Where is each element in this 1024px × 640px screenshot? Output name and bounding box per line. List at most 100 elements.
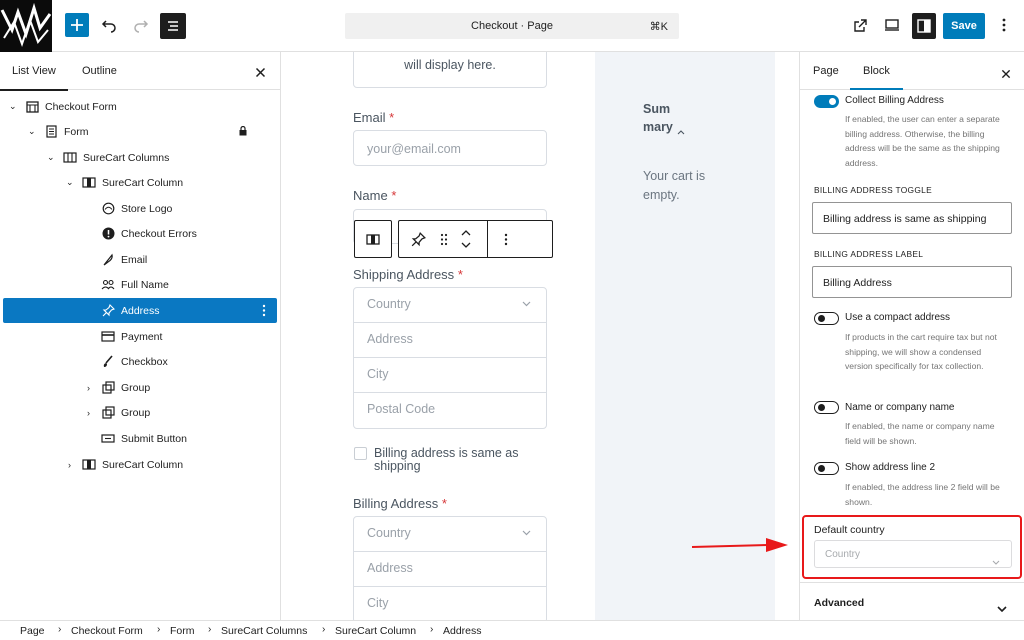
address-placeholder: Address <box>367 332 413 346</box>
tree-item-checkout-errors[interactable]: Checkout Errors <box>3 221 277 246</box>
billing-label-input[interactable]: Billing Address <box>812 266 1012 298</box>
default-country-select[interactable]: Country <box>814 540 1012 568</box>
tab-list-view[interactable]: List View <box>0 65 68 91</box>
site-logo[interactable] <box>0 0 52 52</box>
breadcrumb-item-current[interactable]: Address <box>443 625 482 637</box>
breadcrumb-item[interactable]: Form <box>170 625 195 637</box>
tree-item-store-logo[interactable]: Store Logo <box>3 196 277 221</box>
move-up-down-icon[interactable] <box>460 227 472 256</box>
command-shortcut: ⌘K <box>649 21 668 33</box>
address-line2-help: If enabled, the address line 2 field wil… <box>845 482 1000 507</box>
chevron-right-icon[interactable]: › <box>87 383 90 393</box>
tree-item-surecart-column-2[interactable]: › SureCart Column <box>3 452 277 477</box>
tree-item-label: Checkout Form <box>45 100 117 113</box>
tab-block[interactable]: Block <box>863 65 890 77</box>
command-title: Checkout · Page <box>471 20 553 32</box>
toggle-knob <box>818 465 825 472</box>
plus-icon <box>71 19 83 31</box>
email-label-text: Email <box>353 110 386 125</box>
tree-item-group[interactable]: › Group <box>3 400 277 425</box>
company-name-label: Name or company name <box>845 402 955 413</box>
item-options-button[interactable] <box>262 304 266 320</box>
summary-title: Summary <box>643 102 673 134</box>
tree-item-checkbox[interactable]: Checkbox <box>3 349 277 374</box>
city-placeholder: City <box>367 596 389 610</box>
drag-handle-icon[interactable] <box>440 233 448 251</box>
billing-same-checkbox[interactable] <box>354 447 367 460</box>
list-view-icon <box>168 21 178 31</box>
pin-icon[interactable] <box>411 232 426 252</box>
shipping-postal-code-input[interactable]: Postal Code <box>354 393 546 428</box>
block-inserter-button[interactable] <box>65 13 89 37</box>
chevron-up-icon[interactable] <box>677 122 685 140</box>
tree-item-payment[interactable]: Payment <box>3 324 277 349</box>
redo-button[interactable] <box>131 15 151 35</box>
settings-panel: Page Block Collect Billing Address If en… <box>799 52 1024 620</box>
tree-item-full-name[interactable]: Full Name <box>3 272 277 297</box>
shipping-address-input[interactable]: Address <box>354 323 546 358</box>
required-mark: * <box>391 188 397 203</box>
address-line2-toggle[interactable] <box>814 462 839 475</box>
shipping-city-input[interactable]: City <box>354 358 546 393</box>
settings-toggle-button[interactable] <box>912 13 936 39</box>
options-button[interactable] <box>996 15 1012 35</box>
advanced-section[interactable]: Advanced <box>800 582 1024 620</box>
preview-button[interactable] <box>882 15 902 35</box>
block-type-button[interactable] <box>354 220 392 258</box>
billing-country-select[interactable]: Country <box>354 517 546 552</box>
compact-address-help: If products in the cart require tax but … <box>845 332 997 371</box>
tree-item-address[interactable]: Address <box>3 298 277 323</box>
name-label: Name * <box>353 188 396 203</box>
tree-item-form[interactable]: ⌄ Form <box>3 119 277 144</box>
save-button[interactable]: Save <box>943 13 985 39</box>
email-field[interactable]: your@email.com <box>353 130 547 166</box>
billing-toggle-input[interactable]: Billing address is same as shipping <box>812 202 1012 234</box>
block-toolbar <box>398 220 553 258</box>
billing-toggle-caption: BILLING ADDRESS TOGGLE <box>814 185 932 195</box>
chevron-right-icon[interactable]: › <box>87 408 90 418</box>
tree-item-submit-button[interactable]: Submit Button <box>3 426 277 451</box>
command-palette[interactable]: Checkout · Page ⌘K <box>345 13 679 39</box>
breadcrumb-item[interactable]: SureCart Column <box>335 625 416 637</box>
tree-item-checkout-form[interactable]: ⌄ Checkout Form <box>3 94 277 119</box>
tree-item-label: SureCart Column <box>102 458 184 471</box>
billing-address-input[interactable]: Address <box>354 552 546 587</box>
group-icon <box>101 381 115 395</box>
chevron-right-icon[interactable]: › <box>68 460 71 470</box>
chevron-down-icon[interactable]: ⌄ <box>66 177 74 188</box>
chevron-down-icon[interactable]: ⌄ <box>28 126 36 137</box>
company-name-help: If enabled, the name or company name fie… <box>845 421 995 446</box>
undo-button[interactable] <box>99 15 119 35</box>
chevron-down-icon[interactable]: ⌄ <box>9 101 17 112</box>
breadcrumb-item[interactable]: Page <box>20 625 45 637</box>
company-name-toggle[interactable] <box>814 401 839 414</box>
postal-code-placeholder: Postal Code <box>367 402 436 416</box>
city-placeholder: City <box>367 367 389 381</box>
tree-item-email[interactable]: Email <box>3 247 277 272</box>
compact-address-toggle[interactable] <box>814 312 839 325</box>
tree-item-surecart-columns[interactable]: ⌄ SureCart Columns <box>3 145 277 170</box>
close-panel-button[interactable] <box>255 65 266 83</box>
more-vertical-icon[interactable] <box>504 233 508 251</box>
column-icon <box>366 233 380 245</box>
tree-item-label: Submit Button <box>121 432 187 445</box>
chevron-down-icon <box>997 599 1007 617</box>
tab-outline[interactable]: Outline <box>82 65 117 77</box>
close-settings-button[interactable] <box>1001 66 1011 84</box>
tab-page[interactable]: Page <box>813 65 839 77</box>
document-overview-button[interactable] <box>160 13 186 39</box>
tree-item-surecart-column[interactable]: ⌄ SureCart Column <box>3 170 277 195</box>
close-icon <box>255 67 266 78</box>
breadcrumb-item[interactable]: Checkout Form <box>71 625 143 637</box>
shipping-country-select[interactable]: Country <box>354 288 546 323</box>
billing-city-input[interactable]: City <box>354 587 546 620</box>
toggle-knob <box>818 315 825 322</box>
tree-item-group[interactable]: › Group <box>3 375 277 400</box>
breadcrumb-item[interactable]: SureCart Columns <box>221 625 307 637</box>
store-logo-placeholder[interactable]: will display here. <box>353 52 547 88</box>
tree-item-label: Form <box>64 125 89 138</box>
view-page-button[interactable] <box>850 15 870 35</box>
collect-billing-toggle[interactable] <box>814 95 839 108</box>
shipping-address-label: Shipping Address * <box>353 267 463 282</box>
chevron-down-icon[interactable]: ⌄ <box>47 152 55 163</box>
